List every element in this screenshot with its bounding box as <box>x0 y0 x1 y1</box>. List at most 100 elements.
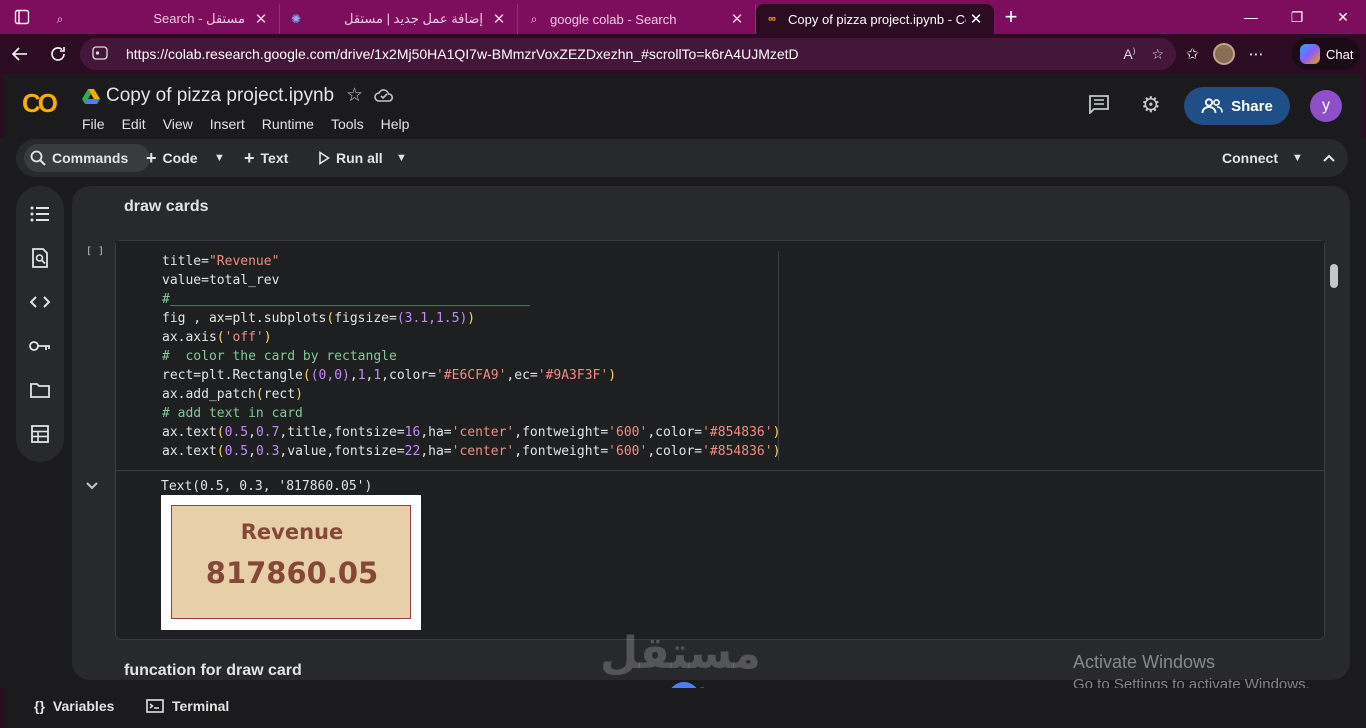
share-label: Share <box>1231 97 1273 115</box>
chevron-up-icon <box>1323 154 1335 162</box>
section-heading: draw cards <box>124 198 209 215</box>
menu-file[interactable]: File <box>82 116 105 132</box>
play-icon <box>319 151 330 165</box>
collapse-output-button[interactable] <box>86 477 98 493</box>
favorites-icon[interactable]: ✩ <box>1186 45 1199 63</box>
add-text-button[interactable]: + Text <box>244 139 288 177</box>
code-snippets-icon[interactable] <box>28 290 52 314</box>
tab-title: Search - مستقل <box>153 11 245 26</box>
close-tab-icon[interactable]: ✕ <box>489 10 509 28</box>
run-all-button[interactable]: Run all <box>318 139 383 177</box>
close-tab-icon[interactable]: ✕ <box>966 10 986 28</box>
code-label: Code <box>162 150 198 166</box>
refresh-button[interactable] <box>40 36 76 72</box>
menu-view[interactable]: View <box>163 116 193 132</box>
left-sidebar <box>16 186 64 462</box>
secrets-key-icon[interactable] <box>28 334 52 358</box>
copilot-chat-button[interactable]: Chat <box>1292 38 1360 70</box>
tab-title: google colab - Search <box>550 11 677 27</box>
terminal-button[interactable]: Terminal <box>146 688 229 724</box>
url-field[interactable]: https://colab.research.google.com/drive/… <box>80 38 1176 70</box>
variables-button[interactable]: {} Variables <box>34 688 114 724</box>
search-icon <box>30 150 46 166</box>
colab-favicon-icon: ∞ <box>768 13 776 25</box>
search-favicon-icon: ⌕ <box>530 11 538 26</box>
code-editor[interactable]: title="Revenue" value=total_rev #_______… <box>116 241 1324 470</box>
commands-button[interactable]: Commands <box>30 139 128 177</box>
tab-actions-button[interactable] <box>0 0 44 34</box>
find-replace-icon[interactable] <box>28 246 52 270</box>
connect-dropdown-button[interactable]: ▼ <box>1292 139 1303 177</box>
url-text: https://colab.research.google.com/drive/… <box>126 46 799 62</box>
colab-logo[interactable]: CO <box>22 88 58 119</box>
browser-tab-mostaql-add-work[interactable]: ✺ إضافة عمل جديد | مستقل ✕ <box>280 4 518 34</box>
notebook-toolbar: Commands + Code ▼ + Text Run all ▼ Conne… <box>16 139 1348 177</box>
refresh-icon <box>51 47 65 61</box>
add-code-button[interactable]: + Code <box>146 139 198 177</box>
menu-edit[interactable]: Edit <box>122 116 146 132</box>
caret-down-icon: ▼ <box>396 152 407 164</box>
browser-address-bar: https://colab.research.google.com/drive/… <box>0 34 1366 74</box>
output-figure: Revenue 817860.05 <box>161 495 421 630</box>
more-options-icon[interactable]: ⋯ <box>1249 45 1264 63</box>
caret-down-icon: ▼ <box>1292 152 1303 164</box>
site-info-icon[interactable] <box>92 45 114 63</box>
star-icon[interactable]: ☆ <box>346 84 363 107</box>
data-table-icon[interactable] <box>28 422 52 446</box>
run-cell-button[interactable]: [ ] <box>86 246 104 257</box>
menu-runtime[interactable]: Runtime <box>262 116 314 132</box>
menu-tools[interactable]: Tools <box>331 116 364 132</box>
braces-icon: {} <box>34 698 45 714</box>
run-all-dropdown-button[interactable]: ▼ <box>396 139 407 177</box>
tab-title: إضافة عمل جديد | مستقل <box>344 11 483 26</box>
settings-gear-icon[interactable]: ⚙ <box>1141 92 1161 118</box>
card-title: Revenue <box>240 520 344 544</box>
close-tab-icon[interactable]: ✕ <box>251 10 271 28</box>
browser-tab-colab-notebook[interactable]: ∞ Copy of pizza project.ipynb - Colab ✕ <box>756 4 994 34</box>
window-controls: — ❐ ✕ <box>1228 0 1366 34</box>
browser-tab-colab-search[interactable]: ⌕ google colab - Search ✕ <box>518 4 756 34</box>
menu-insert[interactable]: Insert <box>210 116 245 132</box>
connect-button[interactable]: Connect <box>1222 139 1278 177</box>
share-button[interactable]: Share <box>1184 87 1290 125</box>
bottom-bar: {} Variables Terminal <box>0 688 1366 728</box>
code-dropdown-button[interactable]: ▼ <box>214 139 225 177</box>
mostaql-favicon-icon: ✺ <box>290 12 302 26</box>
back-button[interactable] <box>2 36 38 72</box>
collapse-header-button[interactable] <box>1322 139 1336 177</box>
connect-label: Connect <box>1222 150 1278 166</box>
read-aloud-icon[interactable]: A) <box>1123 46 1135 62</box>
files-folder-icon[interactable] <box>28 378 52 402</box>
close-window-icon[interactable]: ✕ <box>1320 0 1366 34</box>
terminal-label: Terminal <box>172 698 230 714</box>
account-avatar[interactable]: y <box>1310 90 1342 122</box>
code-cell[interactable]: title="Revenue" value=total_rev #_______… <box>86 240 1325 640</box>
browser-tab-mostaql-search[interactable]: ⌕ Search - مستقل ✕ <box>44 4 280 34</box>
scrollbar-thumb[interactable] <box>1330 264 1338 288</box>
activate-windows-title: Activate Windows <box>1073 652 1216 672</box>
chat-label: Chat <box>1326 46 1354 62</box>
restore-icon[interactable]: ❐ <box>1274 0 1320 34</box>
menu-help[interactable]: Help <box>381 116 410 132</box>
mostaql-watermark-arabic: مستقل <box>600 629 761 678</box>
profile-avatar[interactable] <box>1212 43 1235 65</box>
chevron-down-icon <box>86 482 98 490</box>
caret-down-icon: ▼ <box>214 152 225 164</box>
code-text: title="Revenue" value=total_rev #_______… <box>162 254 781 459</box>
plus-icon: + <box>146 147 157 168</box>
new-tab-button[interactable]: + <box>994 4 1028 30</box>
notebook-title[interactable]: Copy of pizza project.ipynb <box>106 85 334 107</box>
notebook-area: draw cards [ ] title="Revenue" value=tot… <box>72 186 1350 680</box>
favorite-star-icon[interactable]: ☆ <box>1151 46 1164 63</box>
comments-icon[interactable] <box>1088 94 1110 120</box>
run-all-label: Run all <box>336 150 383 166</box>
table-of-contents-icon[interactable] <box>28 202 52 226</box>
cloud-saved-icon[interactable] <box>374 86 394 104</box>
section-heading-next: funcation for draw card <box>124 662 302 679</box>
minimize-icon[interactable]: — <box>1228 0 1274 34</box>
copilot-icon <box>1300 44 1320 64</box>
revenue-card: Revenue 817860.05 <box>171 505 411 619</box>
close-tab-icon[interactable]: ✕ <box>727 10 747 28</box>
back-arrow-icon <box>11 47 27 61</box>
google-drive-icon[interactable] <box>82 88 100 104</box>
